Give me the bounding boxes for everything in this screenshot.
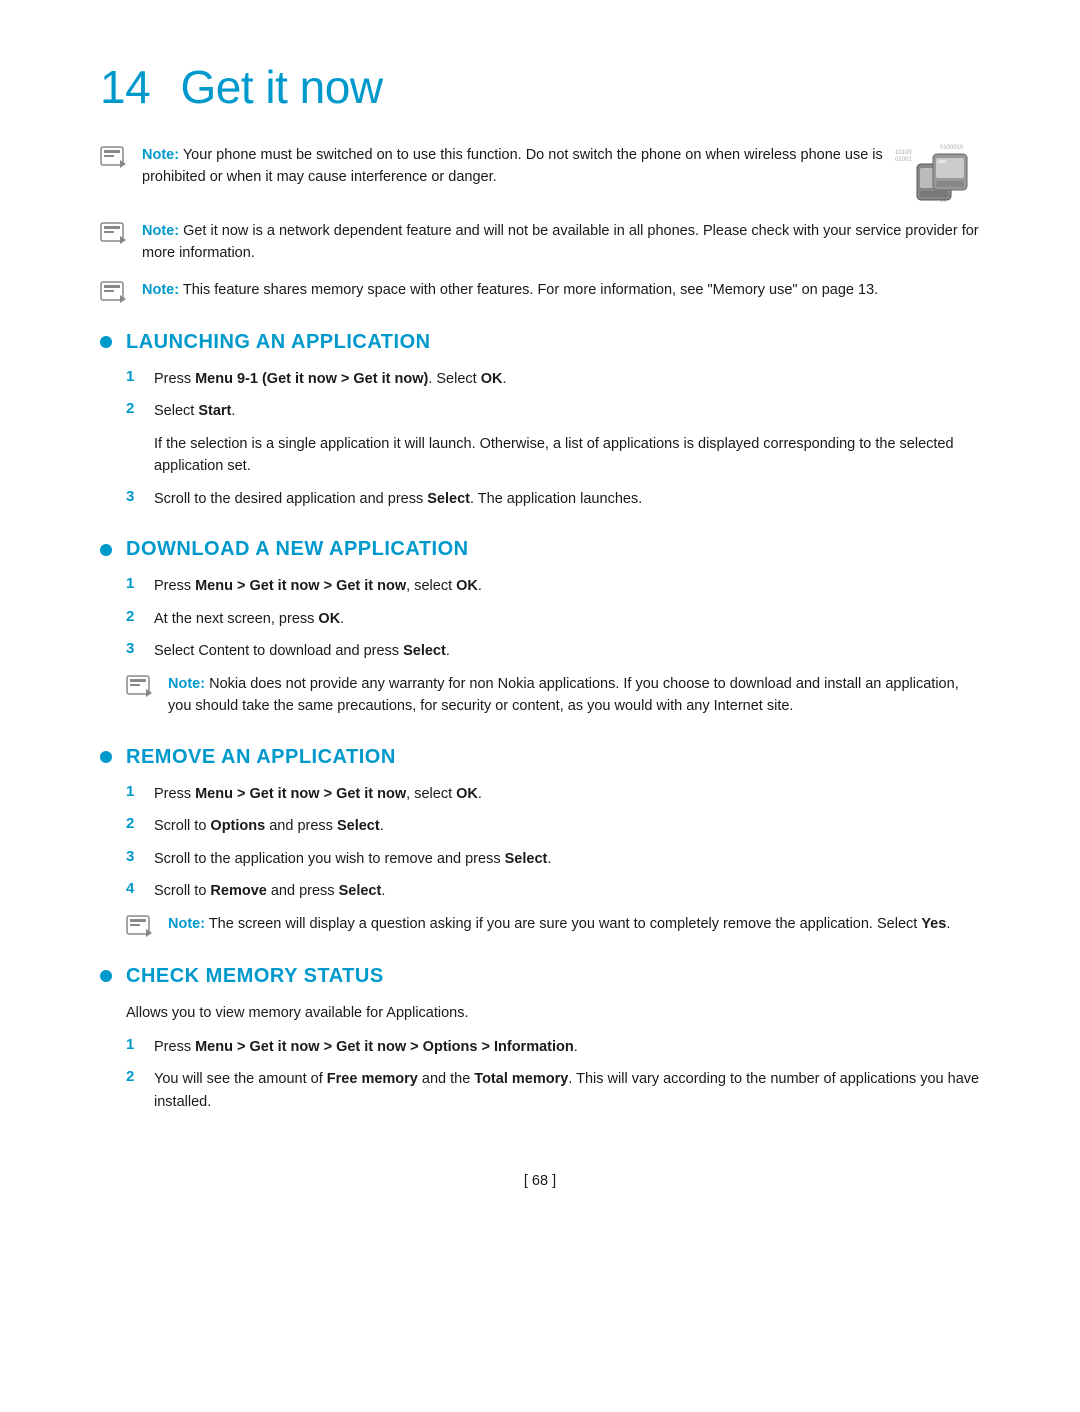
section-remove-title: Remove an Application	[126, 746, 396, 769]
note-icon-3	[100, 281, 128, 303]
bullet-dot-download	[100, 544, 112, 556]
chapter-number: 14	[100, 61, 150, 113]
section-launching-header: Launching an Application	[100, 331, 980, 354]
bullet-dot-remove	[100, 751, 112, 763]
bullet-dot-memory	[100, 970, 112, 982]
step-download-2-text: At the next screen, press OK.	[154, 608, 344, 630]
step-launching-sub: If the selection is a single application…	[154, 433, 980, 478]
step-download-1: 1 Press Menu > Get it now > Get it now, …	[126, 575, 980, 597]
step-remove-1: 1 Press Menu > Get it now > Get it now, …	[126, 783, 980, 805]
chapter-title: Get it now	[180, 61, 382, 113]
note-block-3: Note: This feature shares memory space w…	[100, 279, 980, 303]
svg-text:10100: 10100	[895, 150, 912, 156]
step-memory-1-text: Press Menu > Get it now > Get it now > O…	[154, 1036, 578, 1058]
section-launching-content: 1 Press Menu 9-1 (Get it now > Get it no…	[126, 368, 980, 510]
section-remove-header: Remove an Application	[100, 746, 980, 769]
note-text-remove: Note: The screen will display a question…	[168, 913, 950, 935]
memory-intro: Allows you to view memory available for …	[126, 1002, 980, 1024]
note-text-2: Note: Get it now is a network dependent …	[142, 220, 980, 265]
note-block-2: Note: Get it now is a network dependent …	[100, 220, 980, 265]
step-download-2: 2 At the next screen, press OK.	[126, 608, 980, 630]
step-download-3: 3 Select Content to download and press S…	[126, 640, 980, 662]
step-launching-3-text: Scroll to the desired application and pr…	[154, 488, 642, 510]
note-block-1: Note: Your phone must be switched on to …	[100, 144, 980, 206]
note-text-download: Note: Nokia does not provide any warrant…	[168, 673, 980, 718]
step-remove-2-text: Scroll to Options and press Select.	[154, 815, 384, 837]
bullet-dot-launching	[100, 336, 112, 348]
svg-text:01001: 01001	[895, 157, 912, 163]
section-download-title: Download a New Application	[126, 538, 469, 561]
step-remove-4: 4 Scroll to Remove and press Select.	[126, 880, 980, 902]
note-text-3: Note: This feature shares memory space w…	[142, 279, 878, 301]
step-launching-2-text: Select Start.	[154, 400, 235, 422]
section-remove-content: 1 Press Menu > Get it now > Get it now, …	[126, 783, 980, 937]
phone-illustration: 10100 01001 0100010 10	[895, 144, 980, 206]
svg-text:0100010: 0100010	[940, 145, 964, 151]
step-launching-3: 3 Scroll to the desired application and …	[126, 488, 980, 510]
section-download-header: Download a New Application	[100, 538, 980, 561]
step-memory-2: 2 You will see the amount of Free memory…	[126, 1068, 980, 1113]
step-download-1-text: Press Menu > Get it now > Get it now, se…	[154, 575, 482, 597]
step-launching-1: 1 Press Menu 9-1 (Get it now > Get it no…	[126, 368, 980, 390]
note-icon-1	[100, 146, 128, 168]
note-icon-remove	[126, 915, 154, 937]
step-remove-4-text: Scroll to Remove and press Select.	[154, 880, 385, 902]
note-block-remove: Note: The screen will display a question…	[126, 913, 980, 937]
step-remove-3-text: Scroll to the application you wish to re…	[154, 848, 551, 870]
section-download-content: 1 Press Menu > Get it now > Get it now, …	[126, 575, 980, 717]
step-memory-2-text: You will see the amount of Free memory a…	[154, 1068, 980, 1113]
step-launching-1-text: Press Menu 9-1 (Get it now > Get it now)…	[154, 368, 506, 390]
section-launching-title: Launching an Application	[126, 331, 431, 354]
page-footer: [ 68 ]	[100, 1173, 980, 1189]
step-download-3-text: Select Content to download and press Sel…	[154, 640, 450, 662]
note-icon-2	[100, 222, 128, 244]
note-icon-download	[126, 675, 154, 697]
note-text-1: Note: Your phone must be switched on to …	[142, 144, 895, 189]
footer-text: [ 68 ]	[524, 1173, 556, 1189]
note-block-download: Note: Nokia does not provide any warrant…	[126, 673, 980, 718]
page-title: 14 Get it now	[100, 60, 980, 114]
step-remove-1-text: Press Menu > Get it now > Get it now, se…	[154, 783, 482, 805]
section-memory-header: Check Memory Status	[100, 965, 980, 988]
step-remove-3: 3 Scroll to the application you wish to …	[126, 848, 980, 870]
section-memory-content: Allows you to view memory available for …	[126, 1002, 980, 1114]
step-remove-2: 2 Scroll to Options and press Select.	[126, 815, 980, 837]
section-memory-title: Check Memory Status	[126, 965, 384, 988]
step-launching-2: 2 Select Start.	[126, 400, 980, 422]
step-memory-1: 1 Press Menu > Get it now > Get it now >…	[126, 1036, 980, 1058]
